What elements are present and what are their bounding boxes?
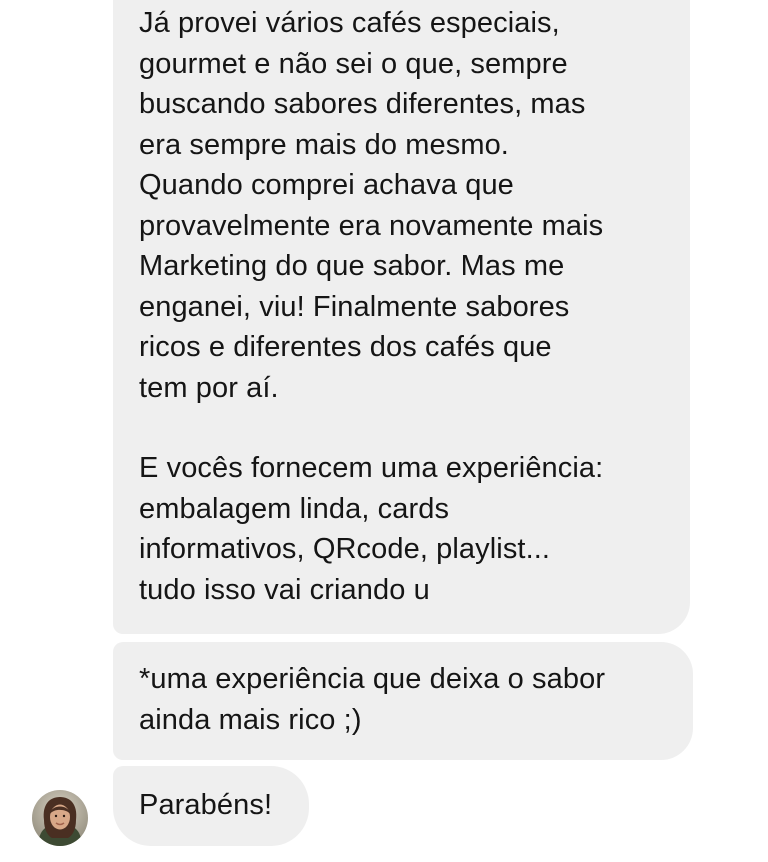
- message-bubble-2[interactable]: *uma experiência que deixa o sabor ainda…: [113, 642, 693, 760]
- user-avatar-photo-icon: [32, 790, 88, 846]
- message-text-paragraph-1: Já provei vários cafés especiais, gourme…: [139, 7, 604, 404]
- message-text: Parabéns!: [139, 789, 273, 821]
- message-bubble-1[interactable]: Já provei vários cafés especiais, gourme…: [113, 0, 690, 634]
- message-bubble-3[interactable]: Parabéns!: [113, 766, 309, 846]
- avatar[interactable]: [32, 790, 88, 846]
- message-text: *uma experiência que deixa o sabor ainda…: [139, 663, 606, 736]
- message-text-paragraph-2: E vocês fornecem uma experiência: embala…: [139, 452, 604, 606]
